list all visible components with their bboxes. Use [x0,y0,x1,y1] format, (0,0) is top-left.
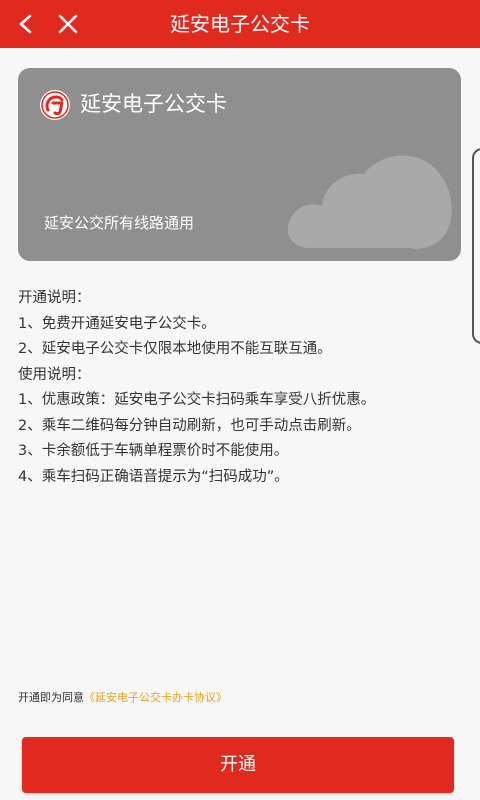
bus-card[interactable]: 延安电子公交卡 延安公交所有线路通用 [18,68,461,261]
agreement-prefix: 开通即为同意 [18,691,84,704]
desc-line: 使用说明： [18,366,91,383]
bus-logo-icon [40,90,70,120]
desc-line: 开通说明： [18,290,91,306]
card-title: 延安电子公交卡 [80,92,227,116]
scroll-edge-indicator [472,148,480,344]
top-bar: 延安电子公交卡 [0,0,480,48]
open-button[interactable]: 开通 [22,737,454,793]
desc-line: 4、乘车扫码正确语音提示为“扫码成功”。 [18,468,289,485]
desc-line: 2、乘车二维码每分钟自动刷新，也可手动点击刷新。 [18,417,361,434]
cloud-watermark-icon [280,140,460,261]
desc-line: 1、免费开通延安电子公交卡。 [18,315,216,332]
desc-line: 3、卡余额低于车辆单程票价时不能使用。 [18,443,289,459]
agreement-link[interactable]: 《延安电子公交卡办卡协议》 [84,691,227,704]
page-title: 延安电子公交卡 [170,12,310,36]
agreement-text: 开通即为同意《延安电子公交卡办卡协议》 [18,688,227,708]
description-block: 开通说明： 1、免费开通延安电子公交卡。 2、延安电子公交卡仅限本地使用不能互联… [18,286,462,490]
card-subtitle: 延安公交所有线路通用 [44,214,195,232]
desc-line: 1、优惠政策：延安电子公交卡扫码乘车享受八折优惠。 [18,392,376,408]
desc-line: 2、延安电子公交卡仅限本地使用不能互联互通。 [18,341,332,357]
